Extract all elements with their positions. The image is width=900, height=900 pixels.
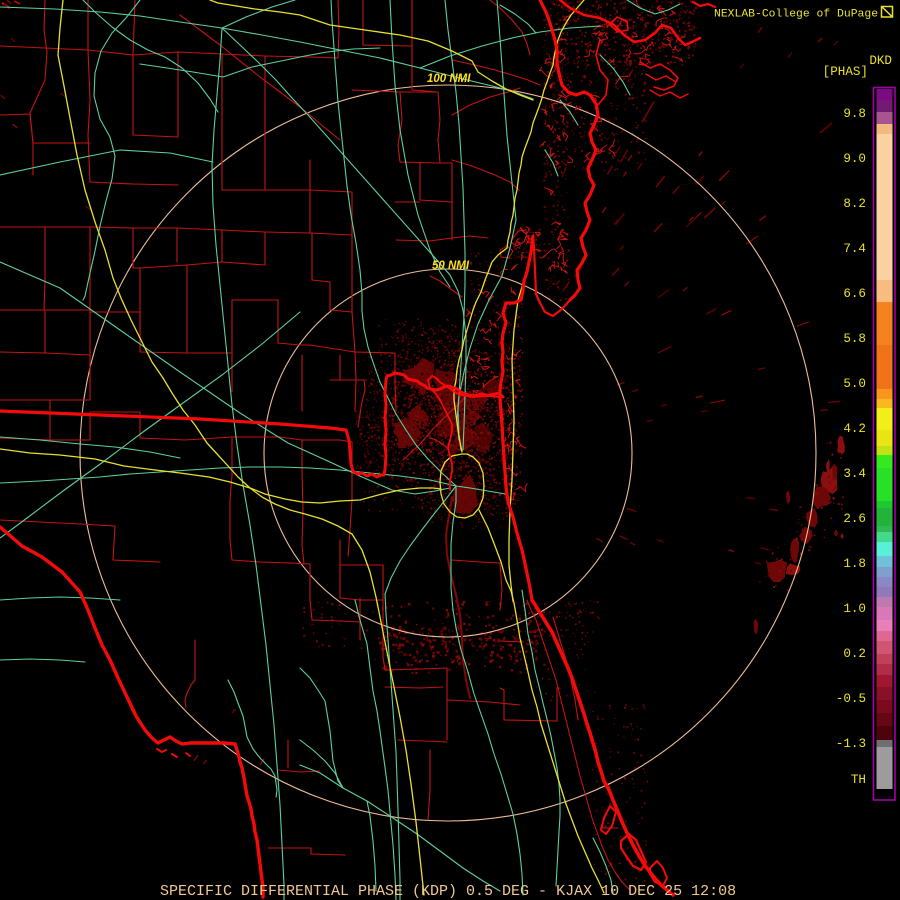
svg-text:1.8: 1.8 — [843, 557, 866, 571]
svg-text:5.0: 5.0 — [843, 377, 866, 391]
svg-text:50 NMI: 50 NMI — [432, 260, 470, 272]
svg-text:NEXLAB-College of DuPage: NEXLAB-College of DuPage — [714, 9, 878, 21]
svg-text:-1.3: -1.3 — [836, 737, 866, 751]
svg-text:9.0: 9.0 — [843, 152, 866, 166]
svg-text:0.2: 0.2 — [843, 647, 866, 661]
svg-text:4.2: 4.2 — [843, 422, 866, 436]
svg-text:TH: TH — [851, 773, 866, 787]
svg-text:5.8: 5.8 — [843, 332, 866, 346]
svg-text:6.6: 6.6 — [843, 287, 866, 301]
svg-text:SPECIFIC DIFFERENTIAL PHASE (K: SPECIFIC DIFFERENTIAL PHASE (KDP) 0.5 DE… — [160, 883, 736, 900]
svg-text:2.6: 2.6 — [843, 512, 866, 526]
svg-text:DKD: DKD — [869, 54, 892, 68]
svg-text:7.4: 7.4 — [843, 242, 866, 256]
svg-text:1.0: 1.0 — [843, 602, 866, 616]
svg-text:8.2: 8.2 — [843, 197, 866, 211]
svg-text:9.8: 9.8 — [843, 107, 866, 121]
svg-text:100 NMI: 100 NMI — [427, 73, 471, 85]
svg-text:-0.5: -0.5 — [836, 692, 866, 706]
svg-text:3.4: 3.4 — [843, 467, 866, 481]
svg-text:[PHAS]: [PHAS] — [823, 65, 868, 79]
